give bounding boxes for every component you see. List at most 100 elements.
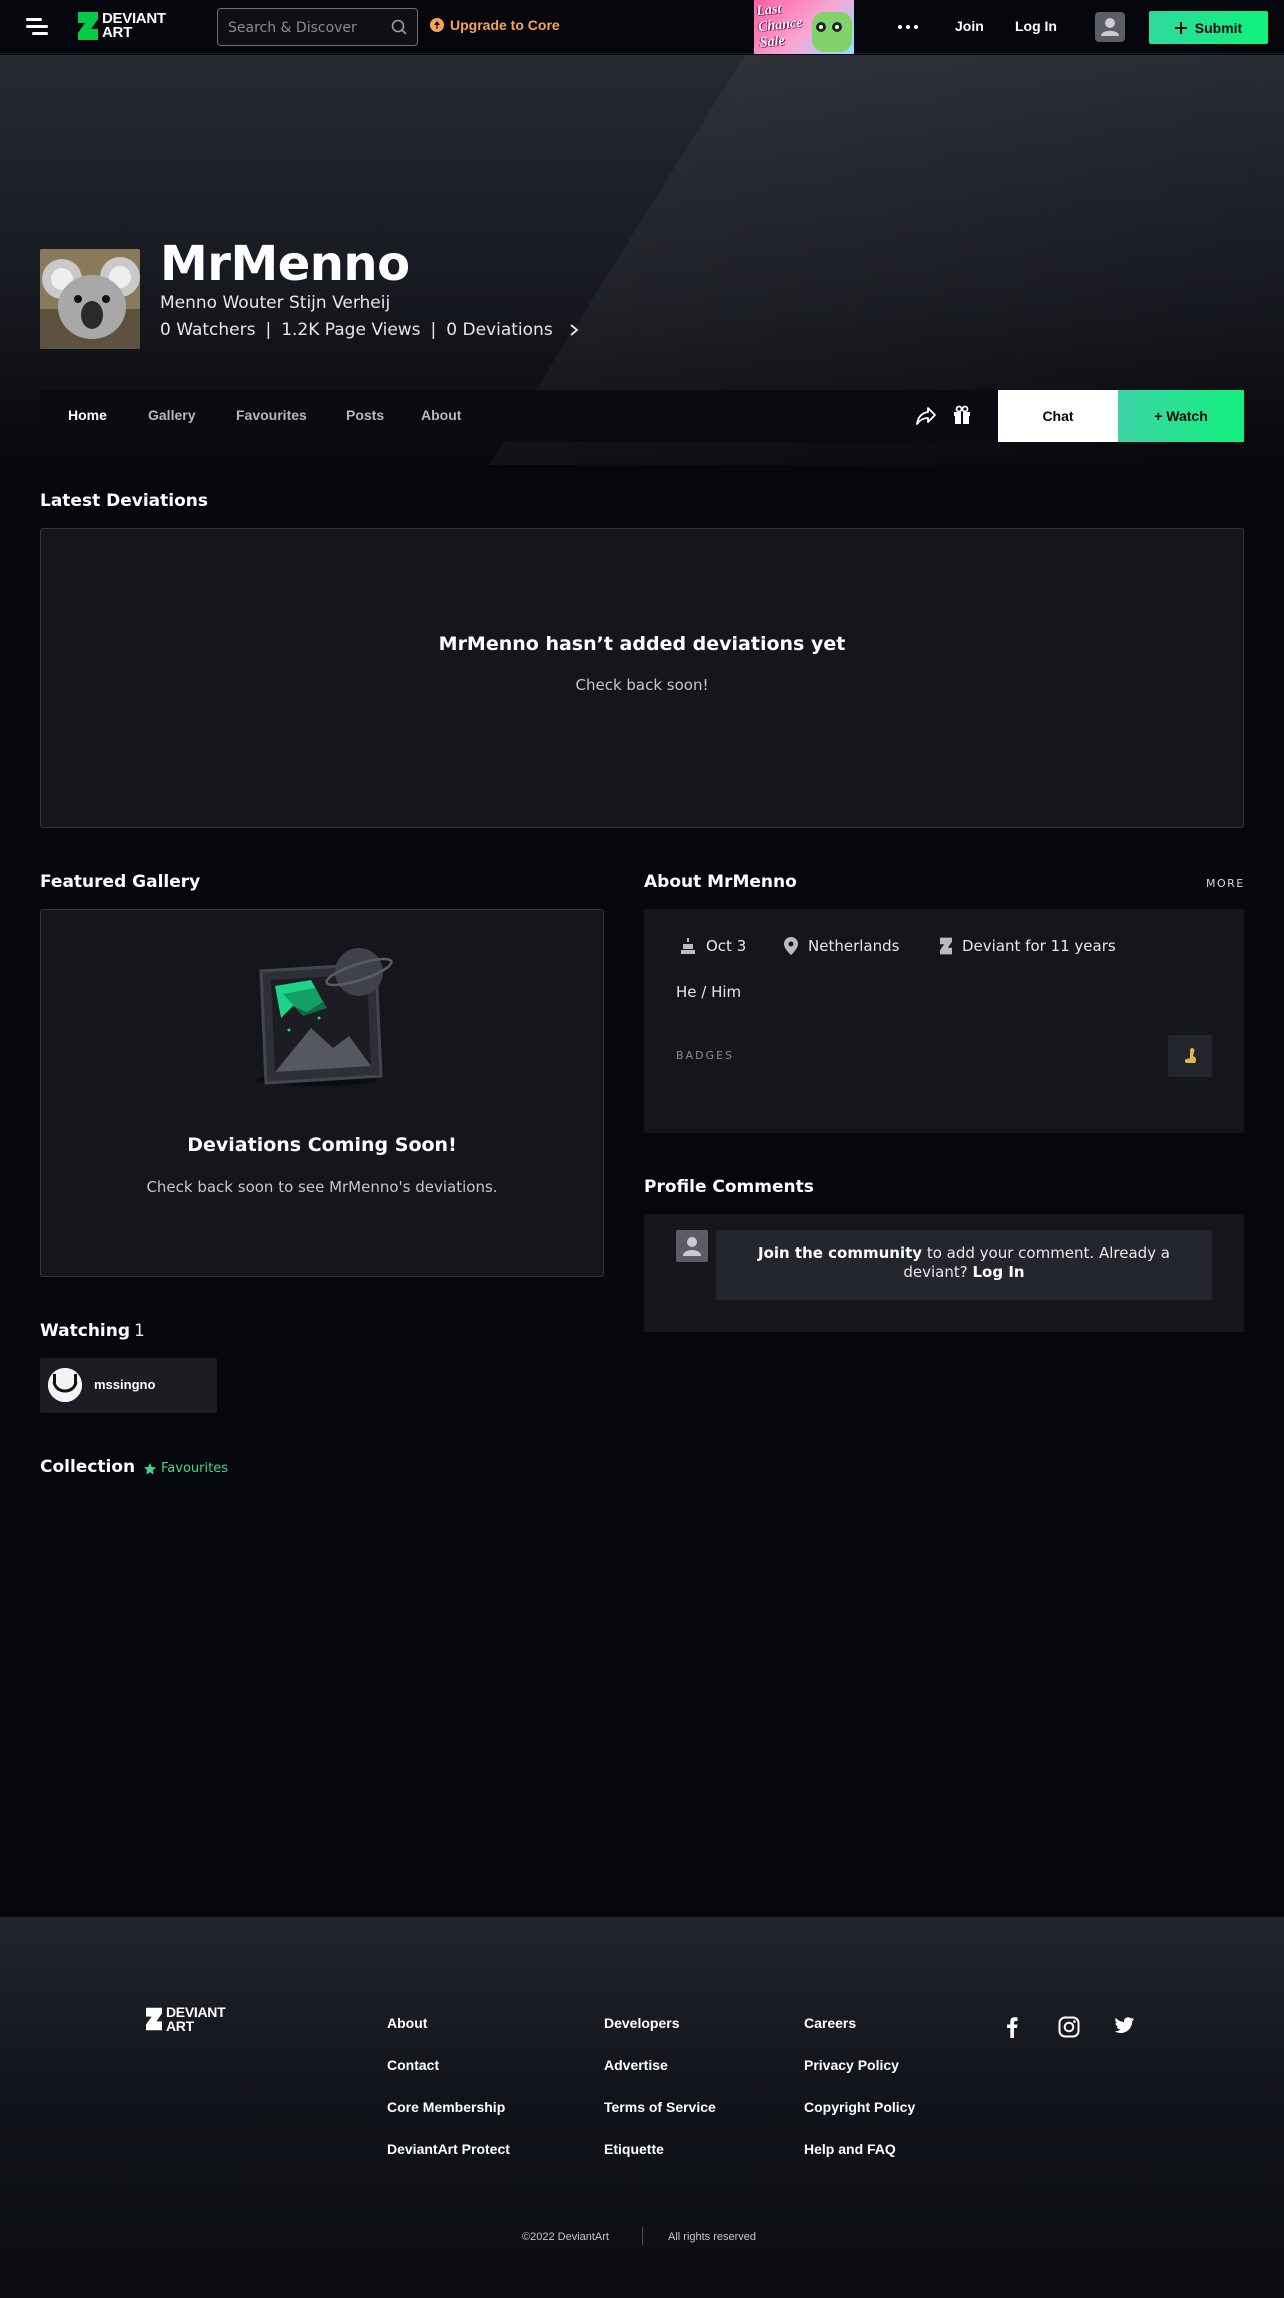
- share-icon[interactable]: [915, 406, 937, 426]
- watch-button[interactable]: + Watch: [1118, 390, 1244, 442]
- join-community-link[interactable]: Join the community: [758, 1244, 922, 1262]
- user-icon: [1101, 18, 1119, 36]
- birthday-row: Oct 3: [680, 937, 746, 955]
- footer-link[interactable]: Advertise: [604, 2058, 716, 2073]
- badges-label: BADGES: [676, 1049, 734, 1062]
- chat-button[interactable]: Chat: [998, 390, 1118, 442]
- facebook-icon[interactable]: [1005, 2016, 1019, 2038]
- koala-avatar-image: [40, 249, 140, 349]
- footer-divider: [642, 2227, 643, 2245]
- menu-icon[interactable]: [26, 17, 48, 37]
- search-icon[interactable]: [391, 19, 407, 35]
- promo-mascot: [812, 12, 852, 52]
- gallery-placeholder-illustration: [256, 948, 393, 1086]
- footer-link[interactable]: Core Membership: [387, 2100, 510, 2115]
- collection-title: Collection: [40, 1457, 136, 1477]
- deviantart-logo[interactable]: DEVIANT ART: [78, 11, 166, 41]
- watching-count: 1: [134, 1321, 145, 1341]
- comment-avatar: [676, 1230, 708, 1262]
- deviantart-logo-icon: [146, 2007, 162, 2031]
- profile-tab-bar: Home Gallery Favourites Posts About Chat…: [40, 390, 1244, 442]
- latest-deviations-title: Latest Deviations: [40, 491, 208, 511]
- copyright-text: ©2022 DeviantArt: [522, 2231, 609, 2243]
- rights-text: All rights reserved: [668, 2231, 757, 2243]
- about-panel: Oct 3 Netherlands Deviant for 11 years H…: [644, 909, 1244, 1133]
- logo-wordmark: DEVIANT ART: [102, 11, 166, 41]
- promo-banner[interactable]: Last Chance Sale: [754, 0, 854, 54]
- footer-link[interactable]: Etiquette: [604, 2142, 716, 2157]
- cake-icon: [681, 938, 695, 954]
- watchers-count: 0 Watchers: [160, 320, 256, 340]
- profile-avatar[interactable]: [40, 249, 140, 349]
- featured-empty-title: Deviations Coming Soon!: [187, 1134, 457, 1156]
- member-duration-row: Deviant for 11 years: [940, 937, 1116, 955]
- site-footer: DEVIANT ART About Contact Core Membershi…: [0, 1917, 1284, 2298]
- favourites-collection-link[interactable]: Favourites: [144, 1461, 228, 1476]
- twitter-icon[interactable]: [1115, 2016, 1135, 2034]
- profile-comments-title: Profile Comments: [644, 1177, 814, 1197]
- featured-gallery-title: Featured Gallery: [40, 872, 201, 892]
- user-avatar-button[interactable]: [1095, 12, 1125, 42]
- footer-link[interactable]: About: [387, 2016, 510, 2031]
- footer-link[interactable]: Help and FAQ: [804, 2142, 915, 2157]
- logo-line-2: ART: [102, 24, 132, 41]
- search-box: [217, 8, 418, 46]
- footer-link[interactable]: Privacy Policy: [804, 2058, 915, 2073]
- star-icon: [144, 1462, 156, 1474]
- about-title: About MrMenno: [644, 872, 797, 892]
- badge-icon: [1184, 1048, 1197, 1063]
- footer-link[interactable]: DeviantArt Protect: [387, 2142, 510, 2157]
- join-link[interactable]: Join: [955, 18, 984, 34]
- footer-link[interactable]: Terms of Service: [604, 2100, 716, 2115]
- about-more-link[interactable]: MORE: [1206, 877, 1245, 890]
- badge-item[interactable]: [1168, 1035, 1212, 1077]
- footer-column-legal: Careers Privacy Policy Copyright Policy …: [804, 2016, 915, 2157]
- tab-about[interactable]: About: [421, 407, 461, 423]
- instagram-icon[interactable]: [1058, 2016, 1080, 2038]
- latest-empty-subtitle: Check back soon!: [575, 676, 709, 694]
- footer-link[interactable]: Contact: [387, 2058, 510, 2073]
- more-dots-icon[interactable]: [898, 25, 918, 29]
- deviantart-icon: [940, 937, 952, 955]
- featured-gallery-panel: Deviations Coming Soon! Check back soon …: [40, 909, 604, 1277]
- footer-link[interactable]: Developers: [604, 2016, 716, 2031]
- stats-separator: |: [265, 320, 272, 340]
- top-navigation-bar: DEVIANT ART Upgrade to Core Last Chance …: [0, 0, 1284, 54]
- profile-username: MrMenno: [160, 236, 410, 292]
- tab-posts[interactable]: Posts: [346, 407, 384, 423]
- join-community-prompt: Join the community to add your comment. …: [716, 1230, 1212, 1300]
- profile-stats[interactable]: 0 Watchers | 1.2K Page Views | 0 Deviati…: [160, 320, 581, 340]
- upgrade-to-core-link[interactable]: Upgrade to Core: [430, 17, 560, 33]
- tab-favourites[interactable]: Favourites: [236, 407, 307, 423]
- promo-text: Last Chance Sale: [755, 1, 803, 52]
- footer-logo[interactable]: DEVIANT ART: [146, 2004, 226, 2033]
- submit-button[interactable]: Submit: [1149, 11, 1268, 44]
- location-text: Netherlands: [808, 937, 900, 955]
- deviations-count: 0 Deviations: [446, 320, 553, 340]
- featured-empty-subtitle: Check back soon to see MrMenno's deviati…: [146, 1178, 498, 1196]
- favourites-label: Favourites: [161, 1461, 228, 1476]
- login-link[interactable]: Log In: [1015, 18, 1057, 34]
- tab-gallery[interactable]: Gallery: [148, 407, 195, 423]
- footer-column-company: About Contact Core Membership DeviantArt…: [387, 2016, 510, 2157]
- search-input[interactable]: [228, 17, 388, 39]
- plus-icon: [1174, 21, 1187, 34]
- join-community-text: to add your comment. Already a deviant?: [903, 1244, 1171, 1281]
- footer-logo-line-1: DEVIANT: [166, 2004, 226, 2020]
- upgrade-icon: [430, 18, 444, 32]
- chevron-right-icon: [570, 324, 579, 336]
- submit-label: Submit: [1194, 19, 1243, 36]
- footer-link[interactable]: Careers: [804, 2016, 915, 2031]
- comment-login-link[interactable]: Log In: [973, 1263, 1025, 1281]
- gift-icon[interactable]: [952, 405, 972, 425]
- watched-user-name: mssingno: [94, 1377, 156, 1392]
- user-icon: [683, 1237, 701, 1256]
- tab-home[interactable]: Home: [68, 407, 107, 423]
- footer-link[interactable]: Copyright Policy: [804, 2100, 915, 2115]
- latest-empty-title: MrMenno hasn’t added deviations yet: [438, 633, 846, 655]
- watched-user-card[interactable]: mssingno: [40, 1358, 217, 1413]
- footer-column-business: Developers Advertise Terms of Service Et…: [604, 2016, 716, 2157]
- profile-real-name: Menno Wouter Stijn Verheij: [160, 293, 391, 313]
- location-row: Netherlands: [784, 937, 899, 955]
- pronouns-text: He / Him: [676, 983, 742, 1001]
